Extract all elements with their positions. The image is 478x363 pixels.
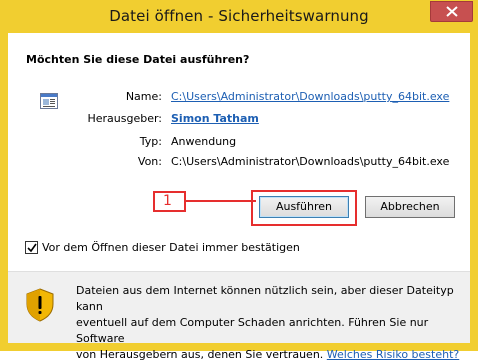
from-value: C:\Users\Administrator\Downloads\putty_6… bbox=[171, 155, 450, 168]
name-label: Name: bbox=[125, 90, 162, 103]
title-bar[interactable]: Datei öffnen - Sicherheitswarnung bbox=[0, 0, 478, 33]
warning-line-2: eventuell auf dem Computer Schaden anric… bbox=[76, 316, 429, 345]
window-title: Datei öffnen - Sicherheitswarnung bbox=[109, 7, 369, 25]
close-icon bbox=[446, 6, 458, 17]
application-file-icon bbox=[40, 93, 58, 109]
risk-info-link[interactable]: Welches Risiko besteht? bbox=[327, 348, 459, 361]
confirm-checkbox[interactable] bbox=[25, 241, 38, 254]
warning-line-3-row: von Herausgebern aus, denen Sie vertraue… bbox=[76, 347, 466, 363]
warning-line-1: Dateien aus dem Internet können nützlich… bbox=[76, 284, 454, 313]
checkmark-icon bbox=[27, 243, 37, 253]
warning-line-3: von Herausgebern aus, denen Sie vertraue… bbox=[76, 348, 324, 361]
type-label: Typ: bbox=[139, 135, 162, 148]
annotation-connector bbox=[178, 200, 256, 202]
warning-shield-icon bbox=[26, 288, 54, 322]
dialog-window: Datei öffnen - Sicherheitswarnung Möchte… bbox=[0, 0, 478, 361]
warning-message: Dateien aus dem Internet können nützlich… bbox=[76, 283, 466, 363]
dialog-question: Möchten Sie diese Datei ausführen? bbox=[26, 53, 250, 66]
from-label: Von: bbox=[137, 155, 162, 168]
separator bbox=[8, 271, 470, 272]
publisher-link[interactable]: Simon Tatham bbox=[171, 112, 259, 125]
publisher-label: Herausgeber: bbox=[87, 112, 162, 125]
confirm-checkbox-label[interactable]: Vor dem Öffnen dieser Datei immer bestät… bbox=[42, 241, 300, 254]
type-value: Anwendung bbox=[171, 135, 237, 148]
annotation-step-number: 1 bbox=[153, 191, 186, 212]
run-button[interactable]: Ausführen bbox=[259, 196, 349, 218]
dialog-body: Möchten Sie diese Datei ausführen? Name:… bbox=[8, 33, 470, 361]
cancel-button[interactable]: Abbrechen bbox=[365, 196, 455, 218]
name-value-link[interactable]: C:\Users\Administrator\Downloads\putty_6… bbox=[171, 90, 449, 103]
close-button[interactable] bbox=[430, 1, 473, 22]
content-panel: Möchten Sie diese Datei ausführen? Name:… bbox=[8, 33, 470, 271]
